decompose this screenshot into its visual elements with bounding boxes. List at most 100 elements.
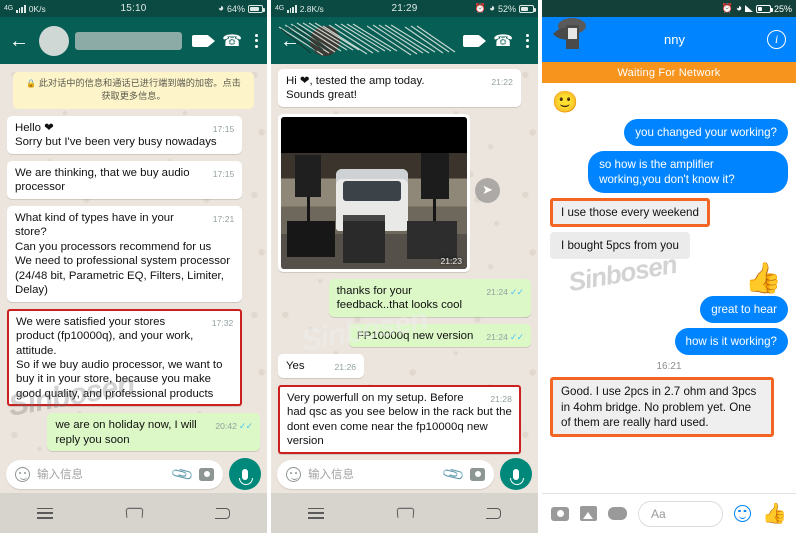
message-bubble[interactable]: 21:26 Yes	[278, 354, 365, 378]
message-time: 21:28	[490, 393, 512, 404]
message-bubble[interactable]: great to hear	[700, 296, 788, 324]
status-bar-1: 4G 0K/s 15:10 ◕ 64%	[0, 0, 267, 17]
message-bubble[interactable]: how is it working?	[674, 328, 788, 356]
battery-percent-label: 52%	[497, 3, 516, 14]
video-call-icon[interactable]	[463, 34, 487, 47]
message-row: great to hear	[550, 296, 788, 324]
wifi-icon: ◕	[488, 3, 495, 14]
emoji-icon[interactable]	[286, 466, 301, 482]
photo-letterbox	[281, 116, 467, 153]
recents-icon[interactable]	[307, 507, 324, 519]
emoji-icon[interactable]	[734, 505, 752, 522]
avatar[interactable]	[39, 25, 69, 56]
overflow-menu-icon[interactable]	[255, 33, 258, 48]
message-bubble[interactable]: I bought 5pcs from you	[550, 232, 690, 260]
microphone-icon	[239, 468, 253, 485]
thumbs-up-icon[interactable]: 👍	[762, 504, 787, 524]
message-row: you changed your working?	[550, 119, 788, 147]
read-receipt-icon: ✓✓	[509, 286, 524, 297]
camera-icon[interactable]	[551, 506, 569, 521]
message-time: 17:15	[212, 168, 235, 179]
battery-icon	[519, 4, 536, 13]
encryption-notice[interactable]: 🔒 此对话中的信息和通话已进行端到端的加密。点击获取更多信息。	[13, 72, 254, 109]
status-right-2: ⏰ ◕ 52%	[474, 3, 536, 14]
message-text: We were satisfied your stores product (f…	[16, 315, 223, 400]
avatar-mask-redaction	[553, 18, 586, 49]
message-text: Very powerfull on my setup. Before had q…	[287, 391, 512, 448]
video-call-icon[interactable]	[192, 34, 216, 47]
message-time: 21:22	[491, 77, 513, 87]
message-input-placeholder: Aa	[651, 506, 666, 521]
camera-icon[interactable]	[199, 467, 214, 481]
message-time: 17:32	[211, 317, 234, 328]
forward-icon[interactable]: ➤	[475, 177, 500, 203]
phone-call-icon[interactable]: ☎	[222, 31, 242, 51]
avatar[interactable]	[310, 25, 340, 56]
message-bubble[interactable]: 21:22 Hi ❤, tested the amp today. Sounds…	[278, 69, 521, 107]
header-actions-2: ☎	[463, 31, 529, 51]
info-icon[interactable]: i	[767, 30, 786, 49]
message-text: Yes	[286, 360, 305, 373]
microphone-button[interactable]	[500, 458, 532, 490]
message-bubble-highlighted[interactable]: 21:28 Very powerfull on my setup. Before…	[278, 384, 521, 454]
image-message-bubble[interactable]: 21:23 ➤	[278, 113, 500, 272]
home-icon[interactable]	[396, 507, 415, 518]
recents-icon[interactable]	[36, 507, 53, 519]
message-text: thanks for your feedback..that looks coo…	[336, 284, 462, 312]
composer-bar-1: 输入信息 📎	[0, 455, 267, 493]
phone-screen-3-messenger: ⏰ ◕ 25% nny i Waiting For Network 🙂 you …	[538, 0, 796, 533]
back-icon[interactable]	[485, 507, 502, 520]
message-bubble[interactable]: you changed your working?	[624, 119, 788, 147]
wifi-icon: ◕	[735, 3, 742, 14]
back-arrow-icon[interactable]: ←	[280, 31, 300, 51]
message-bubble-highlighted[interactable]: Good. I use 2pcs in 2.7 ohm and 3pcs in …	[550, 377, 774, 437]
gallery-icon[interactable]	[580, 506, 597, 521]
emoji-message[interactable]: 🙂	[552, 91, 788, 115]
contact-name-redacted[interactable]	[346, 32, 453, 50]
message-input-2[interactable]: 输入信息 📎	[277, 459, 494, 489]
back-arrow-icon[interactable]: ←	[9, 31, 29, 51]
message-input-placeholder: 输入信息	[37, 469, 83, 481]
message-bubble[interactable]: 21:24 ✓✓ thanks for your feedback..that l…	[328, 278, 531, 317]
message-input-placeholder: 输入信息	[308, 469, 354, 481]
photo-attachment[interactable]: 21:23	[281, 116, 467, 269]
message-bubble[interactable]: so how is the amplifier working,you don'…	[588, 151, 788, 194]
encryption-notice-text: 此对话中的信息和通话已进行端到端的加密。点击获取更多信息。	[38, 78, 241, 102]
message-bubble-highlighted[interactable]: 17:32 We were satisfied your stores prod…	[7, 308, 243, 407]
home-icon[interactable]	[125, 507, 144, 518]
emoji-icon[interactable]	[15, 466, 30, 482]
waiting-for-network-banner: Waiting For Network	[542, 62, 796, 83]
message-bubble[interactable]: 17:15 Hello ❤ Sorry but I've been very b…	[7, 115, 243, 154]
message-bubble[interactable]: 20:42 ✓✓ we are on holiday now, I will re…	[47, 413, 260, 452]
paperclip-icon[interactable]: 📎	[441, 461, 466, 487]
message-bubble-highlighted[interactable]: I use those every weekend	[550, 198, 710, 228]
phone-call-icon[interactable]: ☎	[493, 31, 513, 51]
message-list-2: 21:22 Hi ❤, tested the amp today. Sounds…	[278, 69, 531, 454]
message-input-3[interactable]: Aa	[638, 500, 724, 527]
back-icon[interactable]	[214, 507, 231, 520]
phone-screen-2-whatsapp: 4G 2.8K/s 21:29 ⏰ ◕ 52% ← ☎ 21:22 Hi ❤, …	[271, 0, 538, 533]
games-icon[interactable]	[608, 507, 627, 520]
camera-icon[interactable]	[470, 467, 485, 481]
message-bubble[interactable]: 17:21 What kind of types have in your st…	[7, 205, 243, 302]
battery-icon	[755, 4, 773, 13]
alarm-icon: ⏰	[474, 3, 486, 13]
message-text: we are on holiday now, I will reply you …	[55, 419, 197, 446]
message-bubble[interactable]: 17:15 We are thinking, that we buy audio…	[7, 160, 243, 199]
message-text: What kind of types have in your store? C…	[15, 211, 231, 297]
overflow-menu-icon[interactable]	[526, 33, 529, 48]
message-time: 20:42 ✓✓	[215, 421, 253, 432]
microphone-button[interactable]	[229, 458, 261, 490]
paperclip-icon[interactable]: 📎	[170, 461, 195, 487]
phone-screen-1-whatsapp: 4G 0K/s 15:10 ◕ 64% ← ☎ 🔒 此对话中的信息和通话已进行端…	[0, 0, 267, 533]
contact-name-redacted[interactable]	[75, 31, 183, 50]
message-time: 21:23	[440, 255, 462, 266]
composer-bar-2: 输入信息 📎	[271, 455, 538, 493]
message-bubble[interactable]: 21:24 ✓✓ FP10000q new version	[348, 323, 531, 348]
thumbs-up-sticker[interactable]: 👍	[550, 264, 782, 294]
android-navbar-1	[0, 493, 267, 533]
message-time: 17:21	[212, 213, 235, 224]
message-input-1[interactable]: 输入信息 📎	[6, 459, 223, 489]
message-time: 21:24 ✓✓	[486, 286, 524, 297]
alarm-icon: ⏰	[721, 3, 733, 13]
